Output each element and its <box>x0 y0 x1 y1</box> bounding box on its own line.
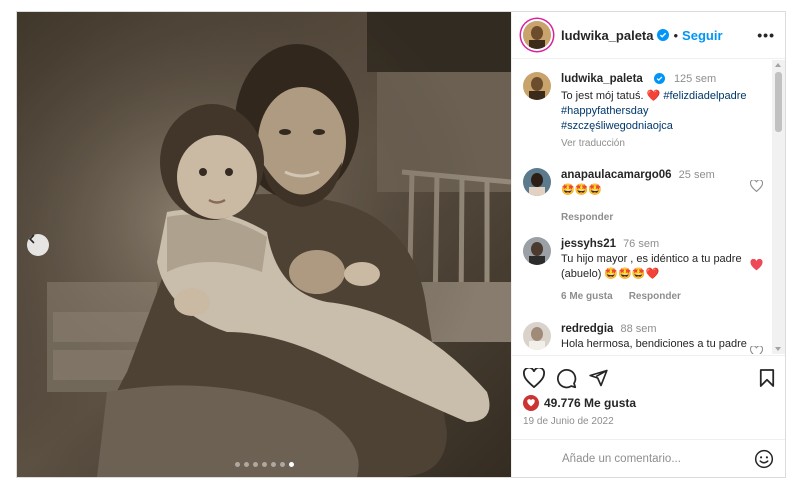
photo-illustration <box>17 12 511 477</box>
caption-time[interactable]: 125 sem <box>674 73 716 85</box>
comment-username[interactable]: redredgia <box>561 323 613 335</box>
carousel-dot[interactable] <box>243 462 249 467</box>
scroll-down-arrow[interactable] <box>775 347 781 351</box>
comment-username[interactable]: jessyhs21 <box>561 238 616 250</box>
chevron-left-icon <box>28 234 35 244</box>
emoji-icon <box>754 449 774 468</box>
more-options-icon[interactable]: ••• <box>757 27 775 43</box>
carousel-dot[interactable] <box>234 462 240 467</box>
reply-button[interactable]: Responder <box>629 289 681 304</box>
caption: ludwika_paleta 125 sem To jest mój tatuś… <box>523 72 763 151</box>
carousel-prev-button[interactable] <box>27 234 49 256</box>
post-modal: ludwika_paleta • Seguir ••• ludwika_pale… <box>16 11 786 478</box>
comment-time[interactable]: 88 sem <box>620 323 656 335</box>
comment-item: redredgia 88 sem Hola hermosa, bendicion… <box>523 322 763 354</box>
follow-button[interactable]: Seguir <box>682 28 722 43</box>
heart-icon <box>527 399 535 407</box>
share-icon <box>589 369 608 387</box>
comment-text: Tu hijo mayor , es idéntico a tu padre (… <box>561 253 742 280</box>
translate-link[interactable]: Ver traducción <box>561 136 763 151</box>
caption-text: To jest mój tatuś. <box>561 90 647 102</box>
carousel-dot[interactable] <box>279 462 285 467</box>
add-comment-bar <box>512 439 785 477</box>
reply-button[interactable]: Responder <box>561 210 613 225</box>
hashtag-link[interactable]: #happyfathersday <box>561 105 648 117</box>
comment-likes-count[interactable]: 6 Me gusta <box>561 289 613 304</box>
post-side-panel: ludwika_paleta • Seguir ••• ludwika_pale… <box>511 12 785 477</box>
caption-username[interactable]: ludwika_paleta <box>561 73 643 85</box>
hashtag-link[interactable]: #szczęśliwegodniaojca <box>561 120 673 132</box>
hashtag-link[interactable]: #felizdiadelpadre <box>663 90 746 102</box>
avatar-image <box>523 237 551 265</box>
avatar-image <box>523 322 551 350</box>
author-username[interactable]: ludwika_paleta <box>561 28 653 43</box>
post-photo[interactable] <box>17 12 511 477</box>
likes-summary[interactable]: 49.776 Me gusta <box>512 392 785 411</box>
comment-time[interactable]: 76 sem <box>623 238 659 250</box>
comments-list[interactable]: ludwika_paleta 125 sem To jest mój tatuś… <box>512 60 785 354</box>
like-button[interactable] <box>523 368 545 388</box>
carousel-dot[interactable] <box>270 462 276 467</box>
avatar-image <box>523 72 551 100</box>
caption-avatar[interactable] <box>523 72 551 100</box>
carousel-indicator <box>17 462 511 467</box>
likes-count[interactable]: 49.776 Me gusta <box>544 396 636 410</box>
comment-time[interactable]: 25 sem <box>679 169 715 181</box>
share-button[interactable] <box>588 368 609 388</box>
carousel-dot[interactable] <box>261 462 267 467</box>
commenter-avatar[interactable] <box>523 322 551 350</box>
scroll-up-arrow[interactable] <box>775 63 781 67</box>
heart-icon <box>523 368 545 388</box>
avatar-image <box>523 21 551 49</box>
save-button[interactable] <box>759 368 775 388</box>
comments-scrollbar[interactable] <box>772 60 785 354</box>
add-comment-input[interactable] <box>562 452 742 465</box>
comment-text: 🤩🤩🤩 <box>561 184 603 196</box>
comment-text: Hola hermosa, bendiciones a tu padre y b… <box>561 338 747 354</box>
save-icon <box>759 369 775 387</box>
header-separator: • <box>673 27 679 43</box>
verified-icon <box>653 73 665 84</box>
emoji-button[interactable] <box>754 449 774 469</box>
carousel-dot[interactable] <box>252 462 258 467</box>
commenter-avatar[interactable] <box>523 237 551 265</box>
scroll-thumb[interactable] <box>775 72 782 132</box>
post-header: ludwika_paleta • Seguir ••• <box>512 12 785 59</box>
heart-icon[interactable] <box>750 346 763 354</box>
liker-avatar <box>523 395 539 411</box>
post-date[interactable]: 19 de Junio de 2022 <box>512 411 785 427</box>
comment-item: jessyhs21 76 sem Tu hijo mayor , es idén… <box>523 237 763 304</box>
carousel-dot[interactable] <box>288 462 294 467</box>
comment-username[interactable]: anapaulacamargo06 <box>561 169 672 181</box>
caption-heart: ❤️ <box>646 90 661 102</box>
heart-icon[interactable] <box>750 259 763 271</box>
comment-icon <box>557 368 577 388</box>
author-avatar[interactable] <box>523 21 551 49</box>
heart-icon[interactable] <box>750 180 763 192</box>
commenter-avatar[interactable] <box>523 168 551 196</box>
verified-icon <box>657 29 670 41</box>
comment-item: anapaulacamargo06 25 sem 🤩🤩🤩 Responder <box>523 168 763 225</box>
avatar-image <box>523 168 551 196</box>
comment-button[interactable] <box>556 368 577 389</box>
